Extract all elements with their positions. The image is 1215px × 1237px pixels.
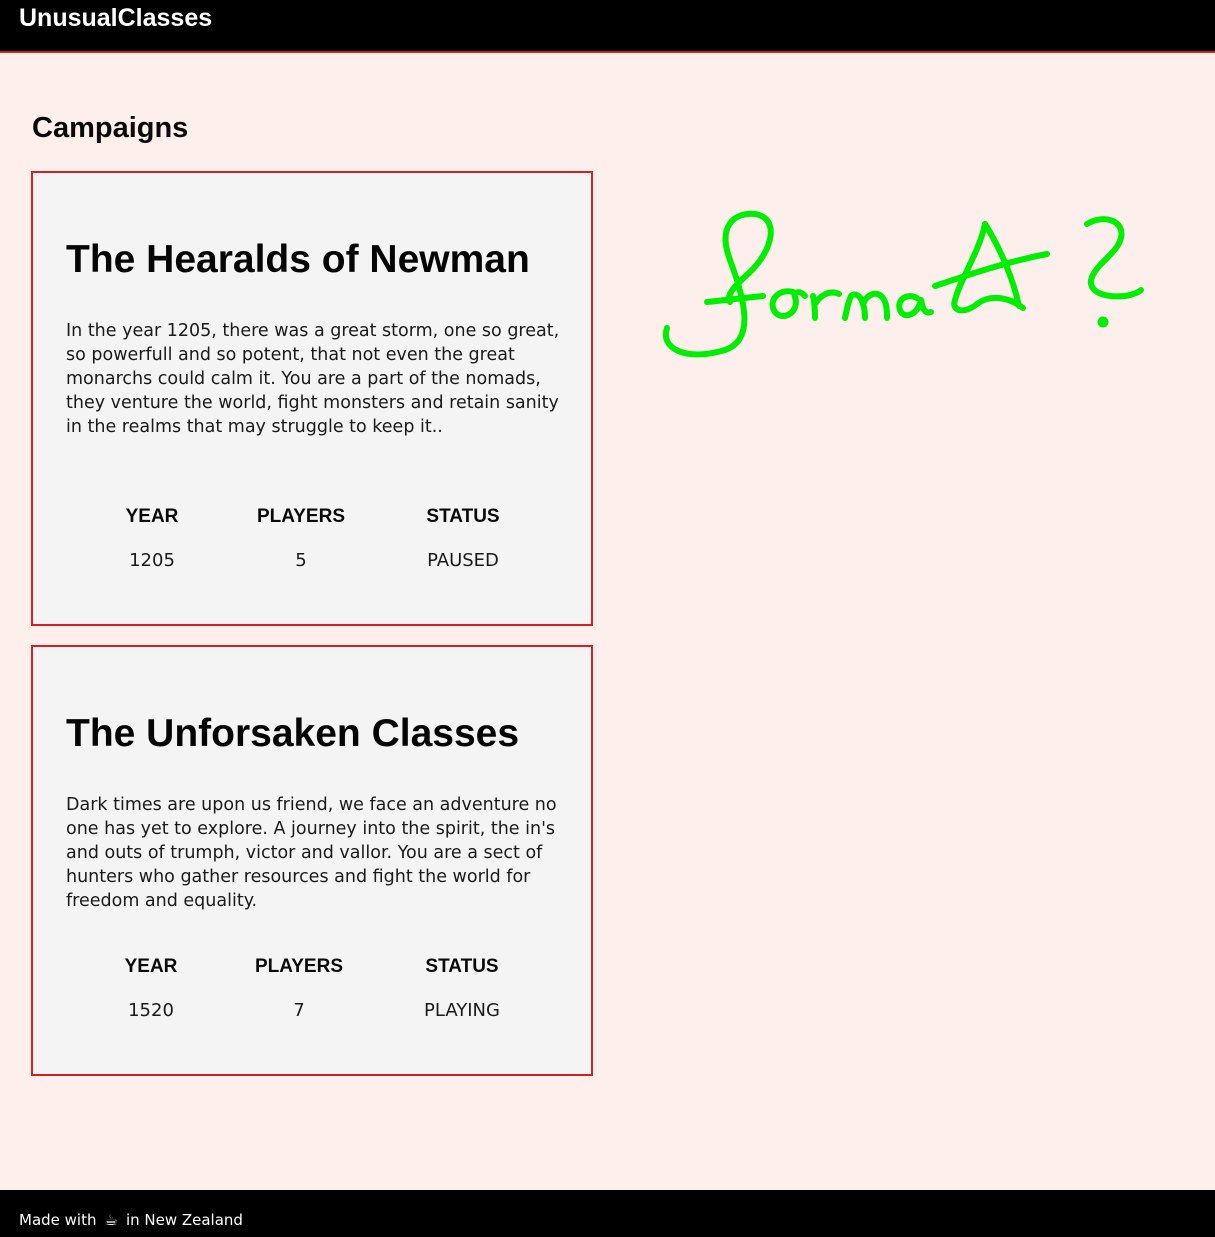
stat-status: STATUS PLAYING: [382, 955, 542, 1023]
stat-value: 1205: [129, 550, 175, 571]
stat-label: STATUS: [425, 956, 499, 977]
campaign-card[interactable]: The Hearalds of Newman In the year 1205,…: [31, 171, 593, 626]
stat-status: STATUS PAUSED: [383, 505, 543, 573]
stat-value: 5: [295, 550, 307, 571]
page-title: Campaigns: [32, 112, 189, 144]
stat-players: PLAYERS 5: [221, 505, 381, 573]
stat-label: STATUS: [426, 506, 500, 527]
top-bar: UnusualClasses: [0, 0, 1215, 53]
stat-year: YEAR 1520: [71, 955, 231, 1023]
campaign-description: In the year 1205, there was a great stor…: [66, 321, 560, 437]
brand-logo-link[interactable]: UnusualClasses: [19, 3, 212, 33]
handwritten-annotation: [662, 210, 1144, 358]
stat-year: YEAR 1205: [72, 505, 232, 573]
footer-credit: Made with ☕ in New Zealand: [19, 1210, 243, 1230]
campaign-card[interactable]: The Unforsaken Classes Dark times are up…: [31, 645, 593, 1076]
footer: Made with ☕ in New Zealand: [0, 1190, 1215, 1237]
stat-value: PAUSED: [427, 550, 499, 571]
stat-players: PLAYERS 7: [219, 955, 379, 1023]
stat-label: PLAYERS: [257, 506, 345, 527]
footer-prefix: Made with: [19, 1211, 97, 1229]
campaign-description: Dark times are upon us friend, we face a…: [66, 795, 557, 911]
stat-label: YEAR: [124, 956, 178, 977]
stat-label: PLAYERS: [255, 956, 343, 977]
coffee-icon: ☕: [104, 1211, 118, 1229]
stat-value: 7: [293, 1000, 305, 1021]
campaign-title: The Unforsaken Classes: [66, 712, 520, 755]
stat-value: PLAYING: [424, 1000, 500, 1021]
footer-suffix: in New Zealand: [125, 1211, 243, 1229]
campaign-title: The Hearalds of Newman: [66, 238, 530, 281]
stat-value: 1520: [128, 1000, 174, 1021]
stat-label: YEAR: [125, 506, 179, 527]
